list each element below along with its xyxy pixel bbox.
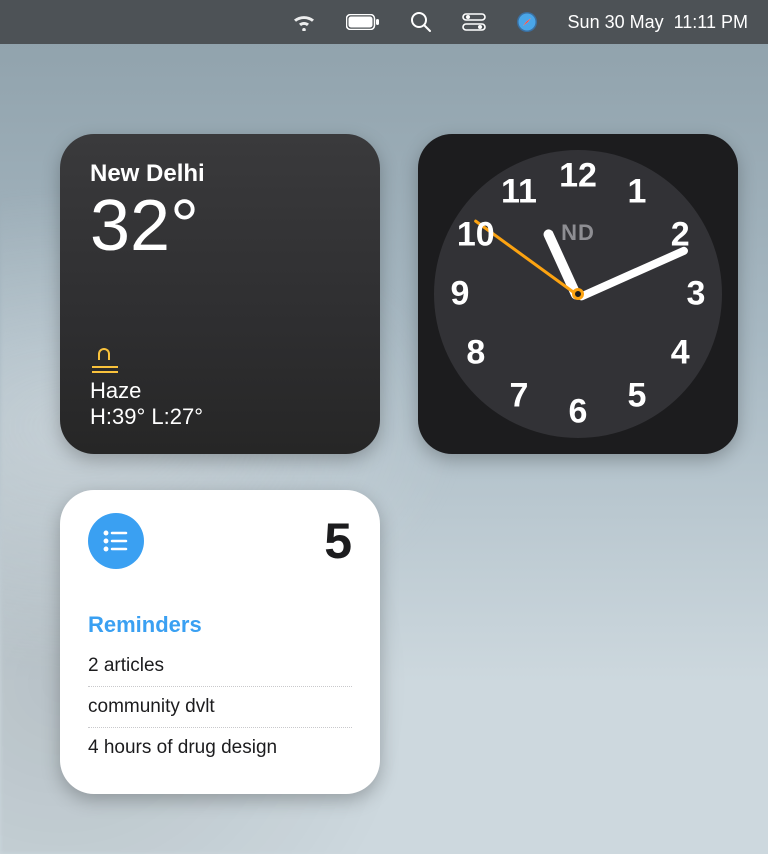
reminder-item[interactable]: community dvlt	[88, 687, 352, 728]
menu-bar: Sun 30 May 11:11 PM	[0, 0, 768, 44]
reminders-title: Reminders	[88, 612, 352, 638]
reminders-widget[interactable]: 5 Reminders 2 articles community dvlt 4 …	[60, 490, 380, 794]
clock-numeral: 11	[501, 172, 537, 211]
clock-numeral: 12	[559, 157, 597, 196]
spotlight-search-icon[interactable]	[410, 11, 432, 33]
clock-numeral: 1	[628, 172, 647, 211]
list-icon	[88, 513, 144, 569]
reminders-count: 5	[324, 512, 352, 570]
reminders-list: 2 articles community dvlt 4 hours of dru…	[88, 646, 352, 768]
clock-pivot	[572, 288, 584, 300]
clock-numeral: 3	[687, 275, 706, 314]
weather-temperature: 32°	[90, 190, 350, 262]
clock-widget[interactable]: ND 123456789101112	[418, 134, 738, 454]
safari-icon[interactable]	[516, 11, 538, 33]
menubar-datetime[interactable]: Sun 30 May 11:11 PM	[568, 12, 748, 33]
wifi-icon[interactable]	[292, 13, 316, 31]
status-icons	[292, 11, 538, 33]
clock-face: ND 123456789101112	[434, 150, 722, 438]
weather-hilo: H:39° L:27°	[90, 404, 350, 430]
reminder-item[interactable]: 4 hours of drug design	[88, 728, 352, 768]
clock-numeral: 7	[510, 377, 529, 416]
clock-numeral: 10	[457, 216, 495, 255]
weather-condition: Haze	[90, 378, 350, 404]
clock-timezone: ND	[561, 220, 595, 246]
weather-location: New Delhi	[90, 160, 350, 188]
clock-numeral: 6	[569, 393, 588, 432]
notification-center-widgets: New Delhi 32° Haze H:39° L:27° ND 123456…	[0, 44, 768, 794]
menubar-time: 11:11 PM	[674, 12, 748, 32]
clock-numeral: 2	[671, 216, 690, 255]
haze-icon	[90, 346, 120, 374]
clock-numeral: 4	[671, 334, 690, 373]
control-center-icon[interactable]	[462, 13, 486, 31]
reminder-item[interactable]: 2 articles	[88, 646, 352, 687]
clock-numeral: 5	[628, 377, 647, 416]
clock-numeral: 8	[466, 334, 485, 373]
weather-widget[interactable]: New Delhi 32° Haze H:39° L:27°	[60, 134, 380, 454]
menubar-date: Sun 30 May	[568, 12, 664, 32]
clock-numeral: 9	[451, 275, 470, 314]
battery-icon[interactable]	[346, 14, 380, 30]
